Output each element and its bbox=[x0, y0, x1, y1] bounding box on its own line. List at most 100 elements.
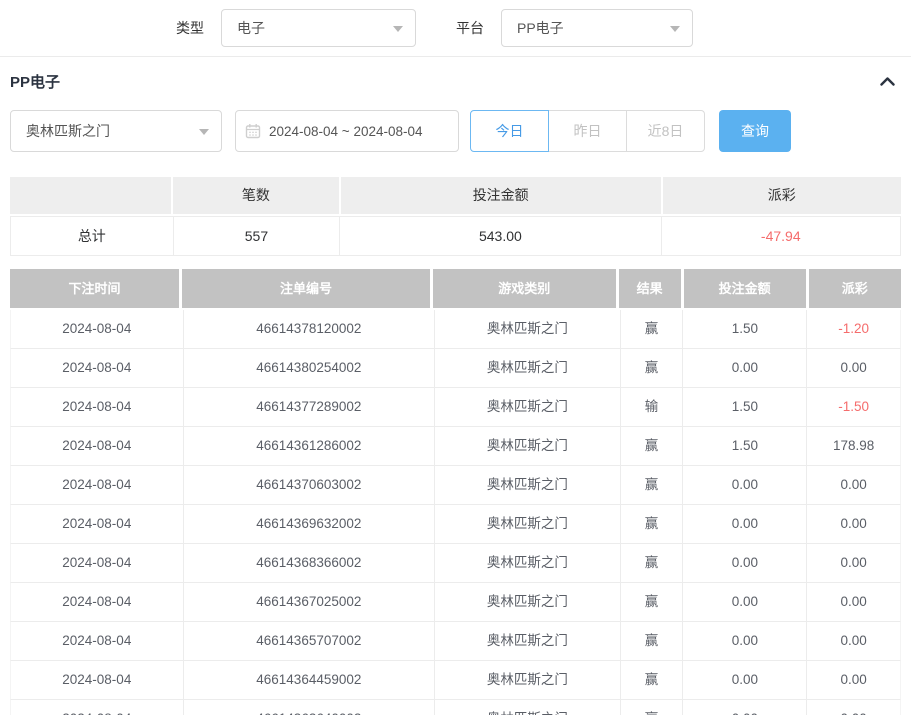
cell-bet-amount: 0.00 bbox=[682, 505, 806, 543]
cell-payout: 0.00 bbox=[806, 349, 900, 387]
cell-order-no: 46614367025002 bbox=[183, 583, 434, 621]
top-filter-bar: 类型 电子 平台 PP电子 bbox=[0, 0, 911, 57]
col-header-game-category: 游戏类别 bbox=[433, 269, 616, 308]
chevron-down-icon bbox=[670, 26, 680, 32]
table-row: 2024-08-04 46614380254002 奥林匹斯之门 赢 0.00 … bbox=[10, 349, 901, 388]
table-row: 2024-08-04 46614365707002 奥林匹斯之门 赢 0.00 … bbox=[10, 622, 901, 661]
game-select-value: 奥林匹斯之门 bbox=[26, 121, 110, 141]
calendar-icon bbox=[245, 123, 261, 139]
summary-header-bet-amount: 投注金额 bbox=[341, 177, 661, 214]
table-row: 2024-08-04 46614368366002 奥林匹斯之门 赢 0.00 … bbox=[10, 544, 901, 583]
cell-result: 输 bbox=[620, 388, 683, 426]
summary-header-payout: 派彩 bbox=[663, 177, 901, 214]
col-header-order-no: 注单编号 bbox=[182, 269, 430, 308]
cell-payout: 178.98 bbox=[806, 427, 900, 465]
cell-order-no: 46614361286002 bbox=[183, 427, 434, 465]
bets-table: 下注时间 注单编号 游戏类别 结果 投注金额 派彩 2024-08-04 466… bbox=[10, 269, 901, 715]
cell-result: 赢 bbox=[620, 583, 683, 621]
game-select[interactable]: 奥林匹斯之门 bbox=[10, 110, 222, 152]
cell-order-no: 46614380254002 bbox=[183, 349, 434, 387]
cell-payout: 0.00 bbox=[806, 700, 900, 715]
cell-bet-amount: 0.00 bbox=[682, 661, 806, 699]
cell-game-category: 奥林匹斯之门 bbox=[434, 427, 620, 465]
cell-payout: 0.00 bbox=[806, 505, 900, 543]
bets-table-header-row: 下注时间 注单编号 游戏类别 结果 投注金额 派彩 bbox=[10, 269, 901, 308]
cell-result: 赢 bbox=[620, 466, 683, 504]
summary-total-count: 557 bbox=[173, 217, 340, 255]
platform-select-value: PP电子 bbox=[517, 18, 564, 38]
summary-total-payout: -47.94 bbox=[661, 217, 900, 255]
today-button[interactable]: 今日 bbox=[470, 110, 549, 152]
table-row: 2024-08-04 46614370603002 奥林匹斯之门 赢 0.00 … bbox=[10, 466, 901, 505]
cell-bet-time: 2024-08-04 bbox=[11, 310, 183, 348]
cell-game-category: 奥林匹斯之门 bbox=[434, 583, 620, 621]
cell-bet-amount: 0.00 bbox=[682, 583, 806, 621]
platform-select[interactable]: PP电子 bbox=[501, 9, 693, 47]
cell-bet-time: 2024-08-04 bbox=[11, 466, 183, 504]
cell-payout: -1.20 bbox=[806, 310, 900, 348]
section-header: PP电子 bbox=[0, 57, 911, 105]
cell-order-no: 46614365707002 bbox=[183, 622, 434, 660]
type-label: 类型 bbox=[176, 18, 204, 38]
date-range-input[interactable]: 2024-08-04 ~ 2024-08-04 bbox=[235, 110, 459, 152]
table-row: 2024-08-04 46614363640002 奥林匹斯之门 赢 0.00 … bbox=[10, 700, 901, 715]
cell-bet-amount: 0.00 bbox=[682, 544, 806, 582]
cell-bet-time: 2024-08-04 bbox=[11, 349, 183, 387]
cell-game-category: 奥林匹斯之门 bbox=[434, 661, 620, 699]
type-select[interactable]: 电子 bbox=[221, 9, 416, 47]
cell-result: 赢 bbox=[620, 310, 683, 348]
cell-bet-time: 2024-08-04 bbox=[11, 544, 183, 582]
cell-bet-amount: 0.00 bbox=[682, 466, 806, 504]
table-row: 2024-08-04 46614377289002 奥林匹斯之门 输 1.50 … bbox=[10, 388, 901, 427]
cell-payout: 0.00 bbox=[806, 544, 900, 582]
cell-bet-time: 2024-08-04 bbox=[11, 661, 183, 699]
cell-game-category: 奥林匹斯之门 bbox=[434, 310, 620, 348]
cell-bet-time: 2024-08-04 bbox=[11, 505, 183, 543]
cell-game-category: 奥林匹斯之门 bbox=[434, 622, 620, 660]
summary-total-row: 总计 557 543.00 -47.94 bbox=[10, 216, 901, 256]
cell-bet-amount: 1.50 bbox=[682, 388, 806, 426]
cell-game-category: 奥林匹斯之门 bbox=[434, 349, 620, 387]
cell-game-category: 奥林匹斯之门 bbox=[434, 700, 620, 715]
cell-bet-time: 2024-08-04 bbox=[11, 700, 183, 715]
yesterday-button[interactable]: 昨日 bbox=[548, 110, 627, 152]
cell-result: 赢 bbox=[620, 700, 683, 715]
cell-result: 赢 bbox=[620, 427, 683, 465]
cell-payout: 0.00 bbox=[806, 466, 900, 504]
query-bar: 奥林匹斯之门 2024-08-04 ~ 2024-08-04 今日 昨日 近8日… bbox=[0, 110, 911, 152]
chevron-up-icon bbox=[880, 77, 895, 86]
col-header-bet-amount: 投注金额 bbox=[684, 269, 806, 308]
cell-bet-time: 2024-08-04 bbox=[11, 427, 183, 465]
table-row: 2024-08-04 46614361286002 奥林匹斯之门 赢 1.50 … bbox=[10, 427, 901, 466]
search-button[interactable]: 查询 bbox=[719, 110, 791, 152]
cell-order-no: 46614378120002 bbox=[183, 310, 434, 348]
cell-order-no: 46614369632002 bbox=[183, 505, 434, 543]
summary-header-row: 笔数 投注金额 派彩 bbox=[10, 177, 901, 214]
cell-bet-amount: 1.50 bbox=[682, 427, 806, 465]
bets-table-body: 2024-08-04 46614378120002 奥林匹斯之门 赢 1.50 … bbox=[10, 310, 901, 715]
col-header-payout: 派彩 bbox=[809, 269, 901, 308]
cell-order-no: 46614364459002 bbox=[183, 661, 434, 699]
cell-game-category: 奥林匹斯之门 bbox=[434, 388, 620, 426]
cell-game-category: 奥林匹斯之门 bbox=[434, 466, 620, 504]
col-header-bet-time: 下注时间 bbox=[10, 269, 179, 308]
cell-bet-time: 2024-08-04 bbox=[11, 388, 183, 426]
table-row: 2024-08-04 46614364459002 奥林匹斯之门 赢 0.00 … bbox=[10, 661, 901, 700]
cell-bet-amount: 1.50 bbox=[682, 310, 806, 348]
col-header-result: 结果 bbox=[619, 269, 681, 308]
summary-table: 笔数 投注金额 派彩 总计 557 543.00 -47.94 bbox=[10, 177, 901, 256]
cell-result: 赢 bbox=[620, 622, 683, 660]
table-row: 2024-08-04 46614369632002 奥林匹斯之门 赢 0.00 … bbox=[10, 505, 901, 544]
collapse-button[interactable] bbox=[880, 77, 895, 86]
date-range-value: 2024-08-04 ~ 2024-08-04 bbox=[269, 124, 423, 139]
cell-order-no: 46614363640002 bbox=[183, 700, 434, 715]
last8days-button[interactable]: 近8日 bbox=[626, 110, 705, 152]
cell-bet-amount: 0.00 bbox=[682, 700, 806, 715]
table-row: 2024-08-04 46614378120002 奥林匹斯之门 赢 1.50 … bbox=[10, 310, 901, 349]
summary-header-count: 笔数 bbox=[173, 177, 339, 214]
summary-total-bet-amount: 543.00 bbox=[339, 217, 660, 255]
cell-payout: 0.00 bbox=[806, 622, 900, 660]
cell-game-category: 奥林匹斯之门 bbox=[434, 544, 620, 582]
summary-header-empty bbox=[10, 177, 171, 214]
cell-bet-time: 2024-08-04 bbox=[11, 622, 183, 660]
